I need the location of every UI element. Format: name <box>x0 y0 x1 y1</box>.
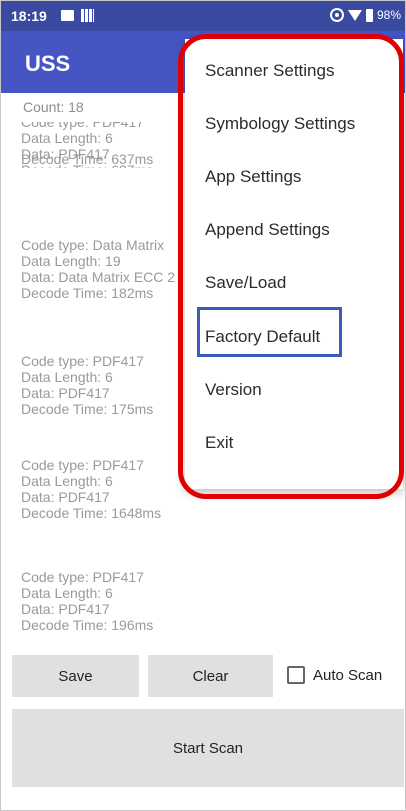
entry-code-type: Code type: PDF417 <box>21 122 144 130</box>
entry-code-type: Code type: PDF417 <box>21 353 144 369</box>
app-title: USS <box>25 51 71 76</box>
entry-decode-time: Decode Time: 1648ms <box>21 505 162 521</box>
entry-data-length: Data Length: 6 <box>21 585 113 601</box>
battery-percent: 98% <box>376 8 401 22</box>
barcode-notification-icon <box>81 9 94 22</box>
notification-icon <box>61 10 74 21</box>
status-icons: 98% <box>329 8 401 22</box>
entry-data: Data: PDF417 <box>21 489 110 505</box>
entry-data-length: Data Length: 19 <box>21 253 121 269</box>
entry-decode-time: Decode Time: 196ms <box>21 617 154 633</box>
entry-data: Data: PDF417 <box>21 601 110 617</box>
entry-data-length: Data Length: 6 <box>21 473 113 489</box>
entry-decode-time: Decode Time: 182ms <box>21 285 154 301</box>
status-bar: 18:19 98% <box>1 1 405 31</box>
data-saver-icon <box>329 8 344 22</box>
battery-icon <box>365 8 373 22</box>
wifi-icon <box>347 9 362 21</box>
log-entry: Code type: PDF417 Data Length: 6 Data: P… <box>21 569 153 633</box>
auto-scan-toggle[interactable]: Auto Scan <box>287 666 382 684</box>
count-label: Count: <box>23 99 65 115</box>
entry-decode-time: Decode Time: 175ms <box>21 401 154 417</box>
entry-data-length: Data Length: 6 <box>21 369 113 385</box>
menu-red-outline <box>178 34 404 499</box>
log-entry: Decode Time: 637ms <box>21 151 153 167</box>
entry-code-type: Code type: Data Matrix <box>21 237 165 253</box>
status-time: 18:19 <box>11 8 47 24</box>
entry-data: Data: PDF417 <box>21 385 110 401</box>
start-scan-button[interactable]: Start Scan <box>12 709 404 787</box>
entry-code-type: Code type: PDF417 <box>21 457 144 473</box>
save-button[interactable]: Save <box>12 655 139 697</box>
entry-data-length: Data Length: 6 <box>21 130 113 146</box>
auto-scan-checkbox[interactable] <box>287 666 305 684</box>
log-entry: Code type: Data Matrix Data Length: 19 D… <box>21 237 175 301</box>
entry-decode-time: Decode Time: 637ms <box>21 151 154 167</box>
log-entry: Code type: PDF417 Data Length: 6 Data: P… <box>21 457 161 521</box>
count-value: 18 <box>68 99 84 115</box>
scan-count: Count: 18 <box>23 99 84 115</box>
screen: 18:19 98% USS Count: 18 Code type: PDF41… <box>0 0 406 811</box>
clear-button[interactable]: Clear <box>148 655 273 697</box>
entry-data: Data: Data Matrix ECC 2 <box>21 269 176 285</box>
auto-scan-label: Auto Scan <box>313 666 383 684</box>
entry-code-type: Code type: PDF417 <box>21 569 144 585</box>
log-entry: Code type: PDF417 Data Length: 6 Data: P… <box>21 353 153 417</box>
